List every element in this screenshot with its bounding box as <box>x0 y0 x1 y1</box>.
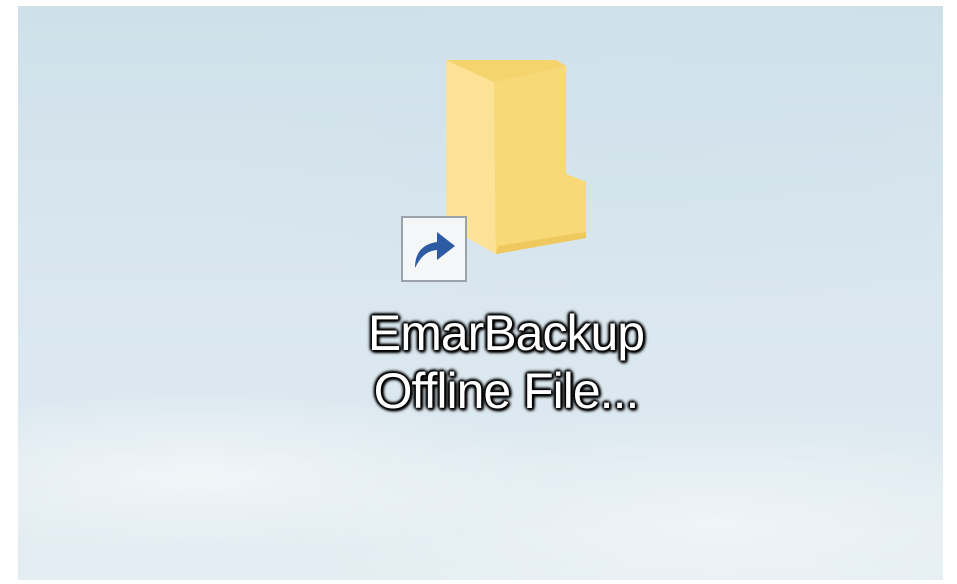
shortcut-label-line1: EmarBackup <box>367 305 645 361</box>
shortcut-arrow-icon <box>401 216 467 282</box>
shortcut-label[interactable]: EmarBackup Offline File... <box>336 304 676 420</box>
screenshot-frame: EmarBackup Offline File... <box>0 0 957 584</box>
shortcut-label-line2: Offline File... <box>373 363 640 419</box>
folder-shortcut[interactable]: EmarBackup Offline File... <box>336 54 676 454</box>
desktop[interactable]: EmarBackup Offline File... <box>18 6 943 580</box>
